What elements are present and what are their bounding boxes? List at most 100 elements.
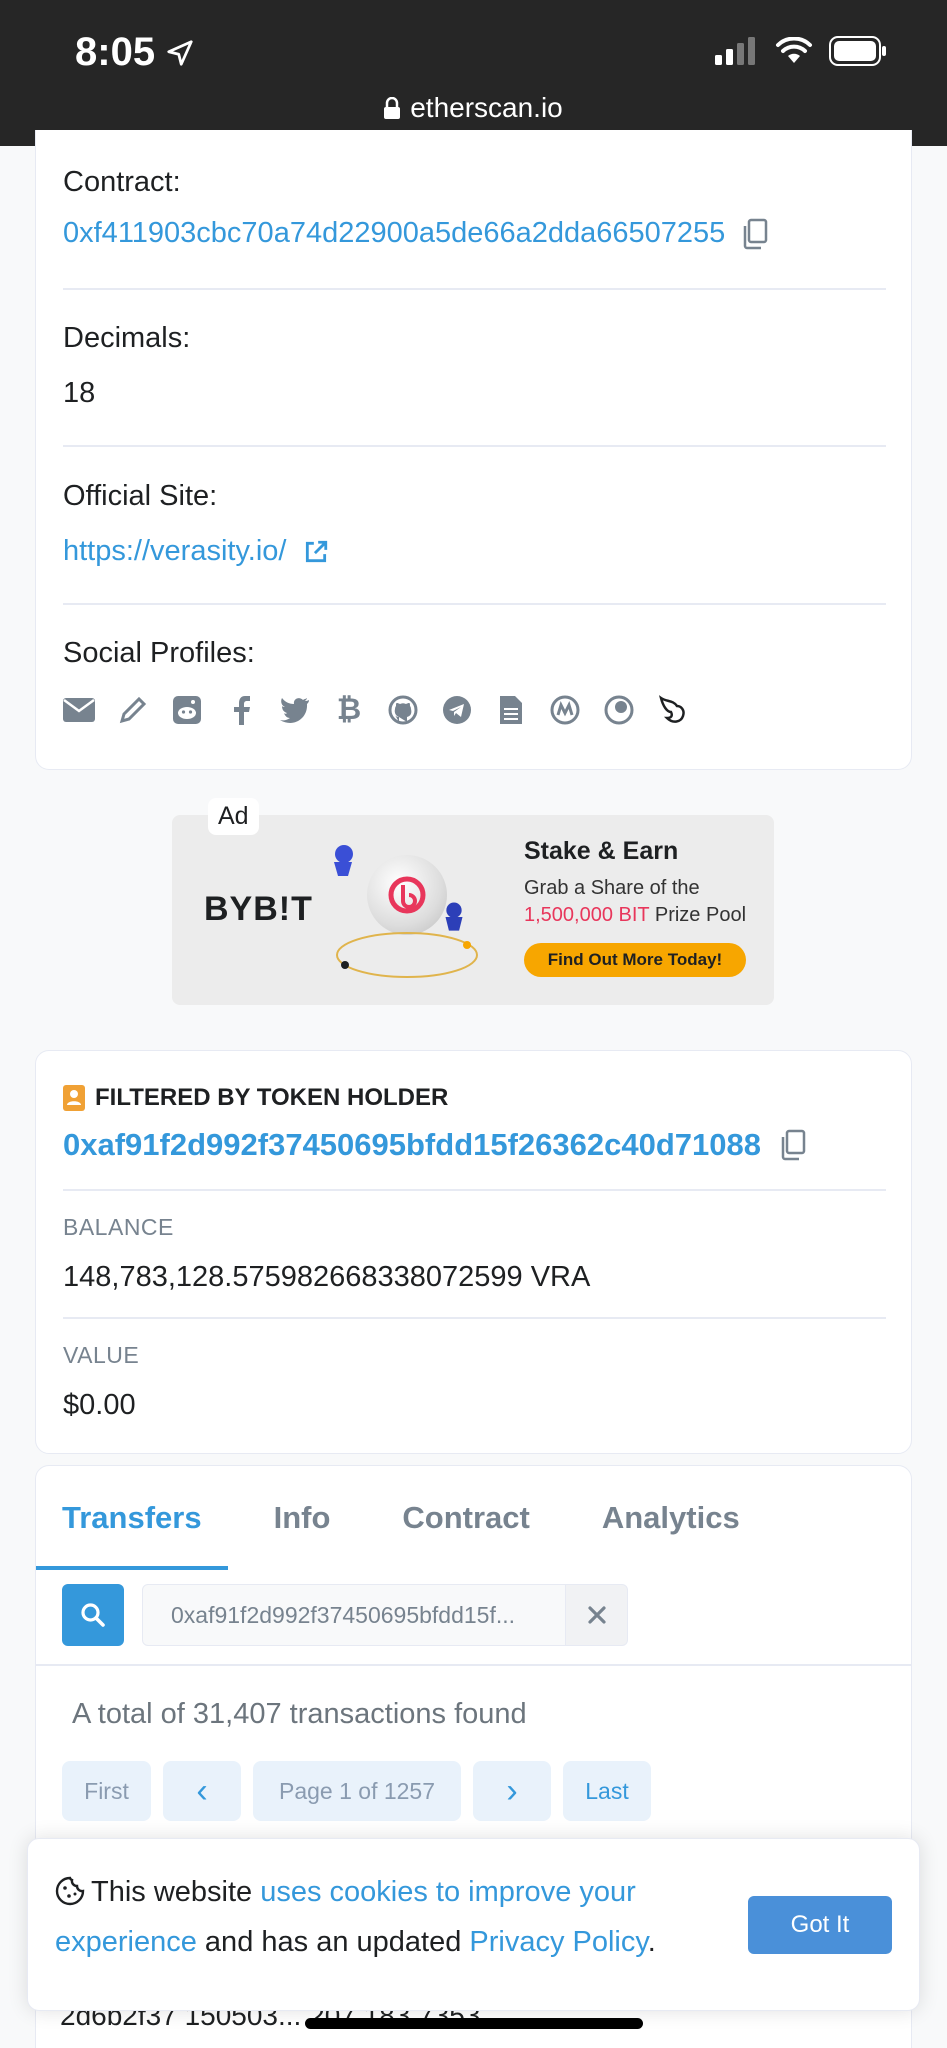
divider xyxy=(63,603,886,605)
got-it-button[interactable]: Got It xyxy=(748,1896,892,1954)
contract-label: Contract: xyxy=(63,166,181,198)
facebook-icon[interactable] xyxy=(225,694,257,726)
orbit-graphic xyxy=(336,932,478,978)
location-arrow-icon xyxy=(167,39,193,66)
filter-search-row: 0xaf91f2d992f37450695bfdd15f... xyxy=(62,1584,628,1646)
privacy-policy-link[interactable]: Privacy Policy xyxy=(469,1926,647,1958)
ad-subtitle: Grab a Share of the 1,500,000 BIT Prize … xyxy=(524,875,746,929)
uniswap-icon[interactable] xyxy=(657,694,689,726)
ad-label: Ad xyxy=(208,798,259,835)
close-icon xyxy=(587,1606,606,1624)
time-text: 8:05 xyxy=(75,30,156,74)
signal-icon xyxy=(715,37,755,65)
cookie-icon xyxy=(55,1876,85,1906)
prev-page-button[interactable]: ‹ xyxy=(163,1761,241,1821)
copy-icon[interactable] xyxy=(779,1129,807,1161)
url-bar[interactable]: etherscan.io xyxy=(0,92,947,124)
value-amount: $0.00 xyxy=(63,1389,136,1421)
bybit-ad-banner[interactable]: BYB!T Stake & Earn Grab a Share of the 1… xyxy=(172,815,774,1005)
contract-value-row: 0xf411903cbc70a74d22900a5de66a2dda665072… xyxy=(63,217,886,250)
telegram-icon[interactable] xyxy=(441,694,473,726)
last-page-button[interactable]: Last xyxy=(563,1761,651,1821)
official-site-label: Official Site: xyxy=(63,480,218,512)
email-icon[interactable] xyxy=(63,694,95,726)
balance-row: BALANCE 148,783,128.575982668338072599 V… xyxy=(63,1214,886,1294)
transactions-total: A total of 31,407 transactions found xyxy=(72,1698,527,1730)
ad-title: Stake & Earn xyxy=(524,837,679,865)
copy-icon[interactable] xyxy=(741,218,769,250)
divider xyxy=(63,1189,886,1191)
divider xyxy=(36,1664,911,1666)
coinmarketcap-icon[interactable] xyxy=(549,694,581,726)
contract-address-link[interactable]: 0xf411903cbc70a74d22900a5de66a2dda665072… xyxy=(63,217,725,250)
external-link-icon[interactable] xyxy=(303,539,329,565)
battery-icon xyxy=(829,36,886,66)
pagination: First ‹ Page 1 of 1257 › Last xyxy=(62,1761,651,1821)
ad-brand-logo: BYB!T xyxy=(204,890,313,928)
search-icon xyxy=(81,1603,105,1627)
official-site-row: Official Site: https://verasity.io/ xyxy=(63,480,886,568)
twitter-icon[interactable] xyxy=(279,694,311,726)
token-holder-card: FILTERED BY TOKEN HOLDER 0xaf91f2d992f37… xyxy=(35,1050,912,1454)
holder-address-row: 0xaf91f2d992f37450695bfdd15f26362c40d710… xyxy=(63,1127,807,1163)
active-tab-indicator xyxy=(36,1566,228,1570)
cookie-text-3: . xyxy=(647,1926,656,1958)
coingecko-icon[interactable] xyxy=(603,694,635,726)
cookie-message: This website uses cookies to improve you… xyxy=(55,1867,735,1967)
lock-icon xyxy=(384,97,401,119)
value-label: VALUE xyxy=(63,1342,140,1368)
contact-card-icon xyxy=(63,1085,85,1111)
tab-info[interactable]: Info xyxy=(274,1466,331,1569)
holder-address-link[interactable]: 0xaf91f2d992f37450695bfdd15f26362c40d710… xyxy=(63,1127,761,1163)
address-filter-input[interactable]: 0xaf91f2d992f37450695bfdd15f... xyxy=(142,1584,566,1646)
pencil-icon[interactable] xyxy=(117,694,149,726)
cookie-text-1: This website xyxy=(91,1876,261,1908)
divider xyxy=(63,445,886,447)
clear-filter-button[interactable] xyxy=(566,1584,628,1646)
social-profiles-label: Social Profiles: xyxy=(63,637,255,669)
decimals-value: 18 xyxy=(63,377,96,409)
divider xyxy=(63,288,886,290)
cookie-text-2: and has an updated xyxy=(196,1926,470,1958)
contract-row: Contract: 0xf411903cbc70a74d22900a5de66a… xyxy=(63,166,886,250)
tab-bar: Transfers Info Contract Analytics xyxy=(36,1466,911,1569)
holder-heading: FILTERED BY TOKEN HOLDER xyxy=(63,1084,448,1112)
divider xyxy=(63,1317,886,1319)
bitcoin-icon[interactable]: ₿ xyxy=(333,693,365,726)
official-site-link[interactable]: https://verasity.io/ xyxy=(63,535,287,568)
page-indicator: Page 1 of 1257 xyxy=(253,1761,461,1821)
tab-contract[interactable]: Contract xyxy=(402,1466,529,1569)
next-page-button[interactable]: › xyxy=(473,1761,551,1821)
url-text: etherscan.io xyxy=(410,92,563,123)
holder-heading-text: FILTERED BY TOKEN HOLDER xyxy=(95,1084,449,1111)
github-icon[interactable] xyxy=(387,694,419,726)
value-row: VALUE $0.00 xyxy=(63,1342,886,1422)
ad-coin-graphic xyxy=(367,855,447,935)
astronaut-icon xyxy=(334,845,353,876)
home-indicator xyxy=(305,2018,643,2029)
balance-value: 148,783,128.575982668338072599 VRA xyxy=(63,1261,591,1293)
ad-prize-amount: 1,500,000 BIT xyxy=(524,904,650,926)
status-bar: 8:05 etherscan.io xyxy=(0,0,947,146)
decimals-label: Decimals: xyxy=(63,322,191,354)
social-profiles-row: Social Profiles: ₿ xyxy=(63,637,886,726)
cookie-banner: This website uses cookies to improve you… xyxy=(27,1838,920,2011)
clock: 8:05 xyxy=(75,30,195,75)
whitepaper-icon[interactable] xyxy=(495,694,527,726)
balance-label: BALANCE xyxy=(63,1214,174,1240)
tab-analytics[interactable]: Analytics xyxy=(602,1466,740,1569)
token-overview-card: Contract: 0xf411903cbc70a74d22900a5de66a… xyxy=(35,130,912,770)
reddit-icon[interactable] xyxy=(171,694,203,726)
decimals-row: Decimals: 18 xyxy=(63,322,886,410)
ad-line-2: 1,500,000 BIT Prize Pool xyxy=(524,902,746,929)
first-page-button[interactable]: First xyxy=(62,1761,151,1821)
ad-line-1: Grab a Share of the xyxy=(524,877,700,899)
ad-cta-button[interactable]: Find Out More Today! xyxy=(524,943,746,977)
status-icons xyxy=(715,36,887,66)
social-icons: ₿ xyxy=(63,693,886,726)
search-button[interactable] xyxy=(62,1584,124,1646)
wifi-icon xyxy=(776,37,812,63)
tab-transfers[interactable]: Transfers xyxy=(62,1466,202,1569)
ad-prize-suffix: Prize Pool xyxy=(649,904,747,926)
official-site-value-row: https://verasity.io/ xyxy=(63,535,886,568)
